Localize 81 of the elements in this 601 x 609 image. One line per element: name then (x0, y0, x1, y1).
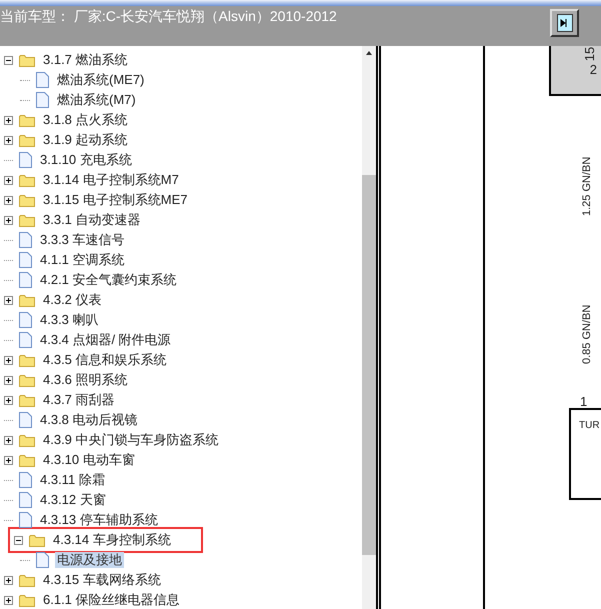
tree-item-label[interactable]: 3.3.1 自动变速器 (41, 212, 143, 228)
expand-icon[interactable] (4, 296, 13, 304)
tree-item-label[interactable]: 4.3.14 车身控制系统 (51, 532, 173, 548)
tree-item-label[interactable]: 6.1.1 保险丝继电器信息 (41, 592, 182, 608)
expand-icon[interactable] (4, 216, 13, 224)
folder-icon (19, 54, 35, 66)
folder-icon (19, 454, 35, 466)
document-icon (19, 152, 32, 168)
arrow-to-bar-icon (556, 14, 572, 32)
folder-icon (19, 394, 35, 406)
tree-item-label[interactable]: 4.3.13 停车辅助系统 (38, 512, 160, 528)
tree-item-label[interactable]: 4.3.3 喇叭 (38, 312, 101, 328)
folder-icon (19, 594, 35, 606)
wire-label: 1.25 GN/BN (581, 156, 593, 216)
tree-item-label[interactable]: 4.1.1 空调系统 (38, 252, 127, 268)
document-icon (19, 332, 32, 348)
expand-icon[interactable] (4, 456, 13, 464)
tree-item-label[interactable]: 3.1.9 起动系统 (41, 132, 130, 148)
tree-item-label[interactable]: 3.1.8 点火系统 (41, 112, 130, 128)
tree-item-label[interactable]: 4.3.10 电动车窗 (41, 452, 137, 468)
tree-item-label[interactable]: 3.1.15 电子控制系统ME7 (41, 192, 190, 208)
tree-item-label[interactable]: 4.3.11 除霜 (38, 472, 107, 488)
wire-label: 0.85 GN/BN (581, 304, 593, 364)
document-icon (19, 492, 32, 508)
expand-icon[interactable] (4, 116, 13, 124)
tree-item-label[interactable]: 电源及接地 (55, 552, 124, 568)
document-icon (36, 92, 49, 108)
scrollbar[interactable] (362, 46, 376, 609)
tree-item-label[interactable]: 4.3.2 仪表 (41, 292, 104, 308)
panel-toggle-button[interactable] (550, 9, 579, 37)
tree-item-label[interactable]: 3.1.7 燃油系统 (41, 52, 130, 68)
document-icon (36, 552, 49, 568)
folder-icon (19, 174, 35, 186)
tree-item-label[interactable]: 4.3.8 电动后视镜 (38, 412, 140, 428)
tree-item-label[interactable]: 3.1.10 充电系统 (38, 152, 134, 168)
tree-item-label[interactable]: 3.1.14 电子控制系统M7 (41, 172, 181, 188)
folder-icon (19, 114, 35, 126)
document-icon (19, 472, 32, 488)
collapse-icon[interactable] (4, 56, 13, 64)
folder-icon (19, 574, 35, 586)
expand-icon[interactable] (4, 376, 13, 384)
pin-number: 15 (582, 46, 598, 62)
folder-icon (19, 194, 35, 206)
folder-icon (19, 374, 35, 386)
tree-item-label[interactable]: 燃油系统(M7) (55, 92, 138, 108)
collapse-icon[interactable] (14, 536, 23, 544)
pin-number: 2 (590, 62, 597, 78)
pin-number: 1 (580, 395, 588, 409)
expand-icon[interactable] (4, 176, 13, 184)
document-icon (19, 252, 32, 268)
document-icon (36, 72, 49, 88)
expand-icon[interactable] (4, 356, 13, 364)
document-icon (19, 312, 32, 328)
tree-item-label[interactable]: 4.3.6 照明系统 (41, 372, 130, 388)
tree-item-label[interactable]: 4.3.5 信息和娱乐系统 (41, 352, 169, 368)
expand-icon[interactable] (4, 396, 13, 404)
vehicle-model-title: 当前车型： 厂家:C-长安汽车悦翔（Alsvin）2010-2012 (0, 7, 337, 26)
document-icon (19, 272, 32, 288)
tree-item-label[interactable]: 3.3.3 车速信号 (38, 232, 127, 248)
expand-icon[interactable] (4, 596, 13, 604)
tree-item-label[interactable]: 4.3.15 车载网络系统 (41, 572, 163, 588)
folder-icon (29, 534, 45, 546)
expand-icon[interactable] (4, 436, 13, 444)
document-icon (19, 232, 32, 248)
folder-icon (19, 214, 35, 226)
folder-icon (19, 294, 35, 306)
tree-item-label[interactable]: 4.2.1 安全气囊约束系统 (38, 272, 179, 288)
tree-item-label[interactable]: 燃油系统(ME7) (55, 72, 146, 88)
tree-item-label[interactable]: 4.3.4 点烟器/ 附件电源 (38, 332, 173, 348)
tree-item-label[interactable]: 4.3.9 中央门锁与车身防盗系统 (41, 432, 221, 448)
tree-item-label[interactable]: 4.3.12 天窗 (38, 492, 108, 508)
module-label: TUR (579, 420, 600, 431)
folder-icon (19, 354, 35, 366)
folder-icon (19, 434, 35, 446)
document-icon (19, 412, 32, 428)
tree-item-label[interactable]: 4.3.7 雨刮器 (41, 392, 117, 408)
folder-icon (19, 134, 35, 146)
expand-icon[interactable] (4, 196, 13, 204)
expand-icon[interactable] (4, 576, 13, 584)
document-icon (19, 512, 32, 528)
expand-icon[interactable] (4, 136, 13, 144)
